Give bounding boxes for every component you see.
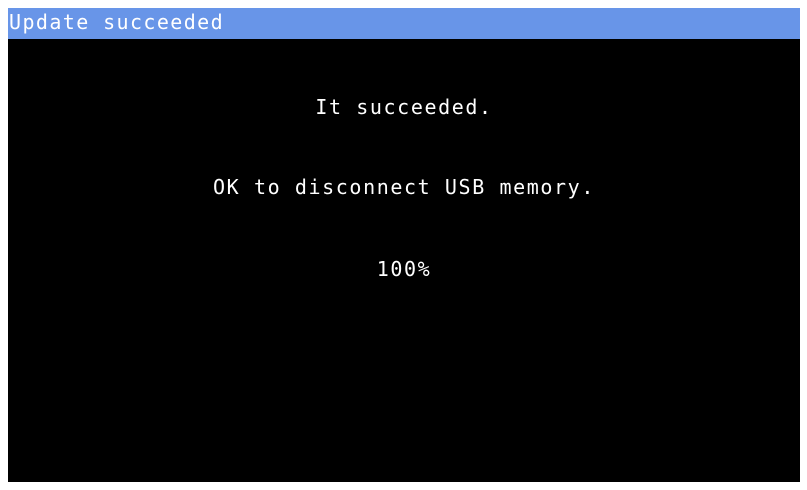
window-title: Update succeeded	[9, 10, 225, 34]
status-message: It succeeded.	[315, 95, 493, 119]
instruction-message: OK to disconnect USB memory.	[213, 175, 595, 199]
progress-percent: 100%	[376, 257, 432, 281]
update-screen: Update succeeded It succeeded. OK to dis…	[8, 8, 800, 482]
title-bar: Update succeeded	[8, 8, 800, 39]
